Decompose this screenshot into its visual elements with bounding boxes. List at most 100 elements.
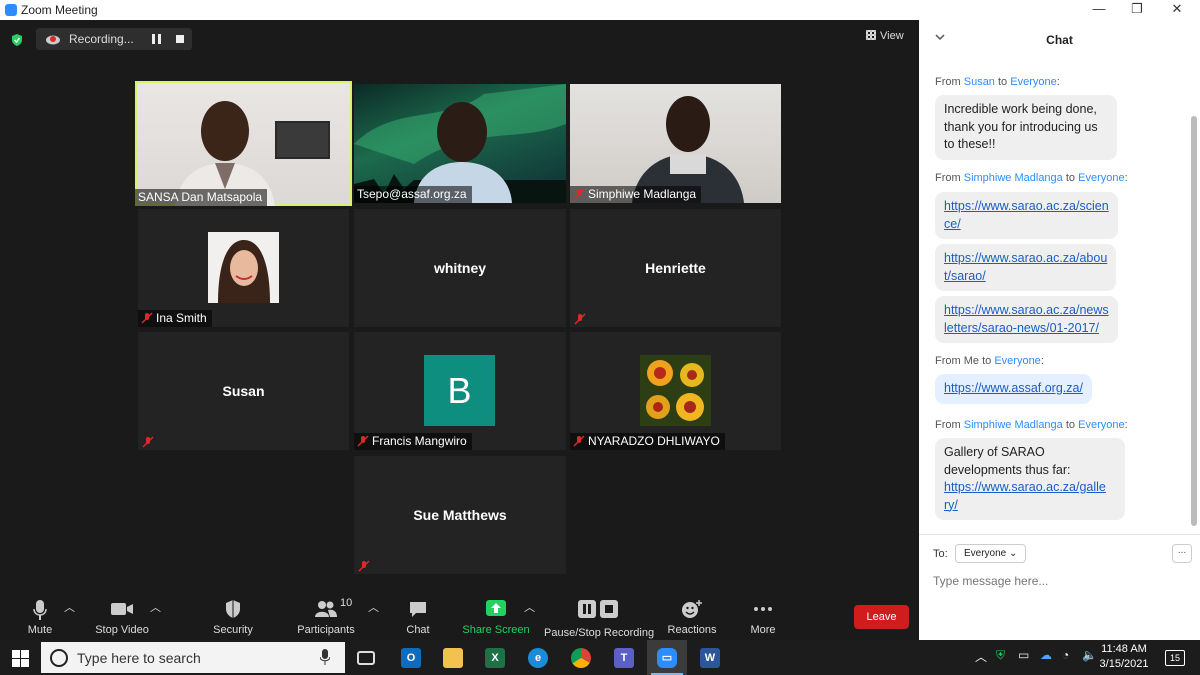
muted-mic-icon <box>358 560 370 572</box>
participants-count: 10 <box>340 597 353 609</box>
battery-icon[interactable]: ▭ <box>1018 648 1029 662</box>
stop-recording-icon[interactable] <box>176 35 184 43</box>
chat-link-message: https://www.assaf.org.za/ <box>935 374 1092 404</box>
chat-link[interactable]: https://www.sarao.ac.za/abou t/sarao/ <box>944 251 1107 283</box>
file-explorer-icon[interactable] <box>433 640 473 675</box>
chat-compose: To: Everyone ⌄ ... <box>919 534 1200 640</box>
chat-link-message: https://www.sarao.ac.za/abou t/sarao/ <box>935 244 1117 291</box>
cloud-recording-icon <box>46 35 60 45</box>
video-tile[interactable]: Sue Matthews <box>354 456 566 574</box>
security-button[interactable]: Security <box>208 599 258 636</box>
mute-label: Mute <box>27 624 53 636</box>
scrollbar-thumb[interactable] <box>1191 116 1197 526</box>
flower-photo <box>640 355 711 426</box>
participant-name: Tsepo@assaf.org.za <box>354 186 472 203</box>
link-line: https://www.sarao.ac.za/scien <box>944 199 1109 213</box>
chat-icon <box>410 602 426 617</box>
video-tile[interactable]: NYARADZO DHLIWAYO <box>570 332 781 450</box>
video-tile[interactable]: Susan <box>138 332 349 450</box>
security-tray-icon[interactable]: ⛨ <box>996 648 1005 663</box>
participants-options-chevron-icon[interactable]: ︿ <box>368 599 379 615</box>
word-icon[interactable]: W <box>690 640 730 675</box>
video-options-chevron-icon[interactable]: ︿ <box>150 599 161 615</box>
muted-mic-icon <box>142 436 154 448</box>
message-sender-line: From Susan to Everyone: <box>935 76 1060 88</box>
view-button[interactable]: View <box>866 30 904 42</box>
recipient-value: Everyone <box>964 548 1007 559</box>
taskbar-search[interactable]: Type here to search <box>41 642 345 673</box>
reactions-button[interactable]: Reactions <box>666 599 718 636</box>
window-title: Zoom Meeting <box>21 3 98 17</box>
view-label: View <box>880 30 904 42</box>
zoom-icon[interactable]: ▭ <box>647 640 687 675</box>
chevron-up-icon[interactable]: ︿ <box>975 648 987 665</box>
chat-link[interactable]: https://www.sarao.ac.za/scien ce/ <box>944 199 1109 231</box>
chat-button[interactable]: Chat <box>398 599 438 636</box>
chat-link[interactable]: https://www.sarao.ac.za/galle ry/ <box>944 480 1106 512</box>
microphone-icon[interactable] <box>320 649 330 665</box>
taskbar-clock[interactable]: 11:48 AM 3/15/2021 <box>1098 642 1150 672</box>
video-tile[interactable]: Henriette <box>570 209 781 327</box>
pause-stop-recording-button[interactable]: Pause/Stop Recording <box>544 599 654 639</box>
chat-link-message: https://www.sarao.ac.za/news letters/sara… <box>935 296 1118 343</box>
link-line: ry/ <box>944 497 958 512</box>
to-word: to <box>982 355 992 367</box>
onedrive-icon[interactable]: ☁ <box>1040 648 1052 662</box>
leave-button[interactable]: Leave <box>854 605 909 629</box>
muted-mic-icon <box>573 188 585 200</box>
to-word: to <box>1065 419 1076 431</box>
chat-message-input[interactable] <box>933 571 1183 591</box>
share-screen-label: Share Screen <box>462 624 530 636</box>
more-button[interactable]: More <box>743 599 783 636</box>
share-screen-icon <box>486 600 506 616</box>
chat-link[interactable]: https://www.assaf.org.za/ <box>944 381 1083 395</box>
chevron-down-icon[interactable] <box>935 32 945 42</box>
recipient-select[interactable]: Everyone ⌄ <box>955 544 1027 563</box>
wifi-icon[interactable]: ◔ <box>1062 648 1069 662</box>
edge-icon[interactable]: e <box>518 640 558 675</box>
teams-icon[interactable]: T <box>604 640 644 675</box>
chat-title: Chat <box>1046 33 1073 47</box>
task-view-icon[interactable] <box>346 640 386 675</box>
chat-more-button[interactable]: ... <box>1172 544 1192 563</box>
close-button[interactable]: ✕ <box>1160 0 1194 20</box>
participant-name-text: NYARADZO DHLIWAYO <box>588 434 720 448</box>
video-tile[interactable]: whitney <box>354 209 566 327</box>
pause-recording-icon[interactable] <box>152 34 161 44</box>
clock-time: 11:48 AM <box>1101 643 1147 655</box>
chrome-icon[interactable] <box>561 640 601 675</box>
link-line: https://www.sarao.ac.za/abou <box>944 251 1108 265</box>
outlook-icon[interactable]: O <box>391 640 431 675</box>
security-label: Security <box>213 624 253 636</box>
video-tile[interactable]: Ina Smith <box>138 209 349 327</box>
excel-icon[interactable]: X <box>475 640 515 675</box>
windows-start-icon[interactable] <box>12 650 29 667</box>
participant-name-text: Francis Mangwiro <box>372 434 467 448</box>
search-icon <box>50 649 68 667</box>
message-text: Gallery of SARAO developments thus far: <box>944 445 1071 477</box>
notifications-icon[interactable]: 15 <box>1165 650 1185 666</box>
volume-icon[interactable]: 🔈 <box>1082 648 1097 662</box>
video-tile[interactable]: Simphiwe Madlanga <box>570 84 781 203</box>
chat-link-message: https://www.sarao.ac.za/scien ce/ <box>935 192 1118 239</box>
video-tile[interactable]: B Francis Mangwiro <box>354 332 566 450</box>
participant-name: Simphiwe Madlanga <box>570 186 702 203</box>
minimize-button[interactable]: — <box>1082 0 1116 20</box>
mute-button[interactable]: Mute <box>20 599 60 636</box>
share-options-chevron-icon[interactable]: ︿ <box>524 599 535 615</box>
stop-video-label: Stop Video <box>95 624 149 636</box>
video-tile[interactable]: SANSA Dan Matsapola <box>135 81 352 206</box>
link-line: https://www.sarao.ac.za/news <box>944 303 1109 317</box>
video-tile[interactable]: Tsepo@assaf.org.za <box>354 84 566 203</box>
audio-options-chevron-icon[interactable]: ︿ <box>64 599 75 615</box>
sender-name: Susan <box>963 76 995 88</box>
from-word: From <box>935 76 961 88</box>
participants-button[interactable]: 10 Participants <box>296 597 356 636</box>
share-screen-button[interactable]: Share Screen <box>462 599 530 636</box>
shield-icon[interactable] <box>10 33 24 47</box>
maximize-button[interactable]: ❐ <box>1120 0 1154 20</box>
muted-mic-icon <box>574 313 586 325</box>
chat-scrollbar[interactable] <box>1190 56 1198 536</box>
chat-link[interactable]: https://www.sarao.ac.za/news letters/sara… <box>944 303 1109 335</box>
stop-video-button[interactable]: Stop Video <box>92 599 152 636</box>
